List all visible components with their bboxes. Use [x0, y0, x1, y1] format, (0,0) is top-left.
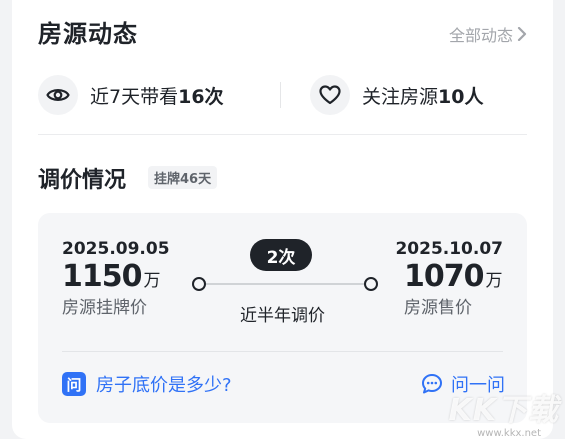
- end-price-label: 房源售价: [404, 298, 472, 318]
- section-divider: [38, 134, 527, 135]
- timeline-line: [204, 283, 366, 285]
- question-icon: 问: [62, 372, 86, 396]
- eye-icon: [38, 75, 78, 115]
- panel-divider: [62, 351, 503, 352]
- watermark-url: www.kkx.net: [477, 428, 541, 439]
- floor-price-question[interactable]: 问 房子底价是多少?: [62, 371, 232, 397]
- end-price-value: 1070: [404, 259, 484, 294]
- all-dynamics-label: 全部动态: [448, 26, 513, 45]
- end-price-unit: 万: [485, 271, 503, 291]
- adjust-count-badge: 2次: [250, 239, 312, 271]
- section-title: 房源动态: [38, 20, 138, 48]
- start-date: 2025.09.05: [62, 239, 170, 259]
- chevron-right-icon: [517, 27, 527, 41]
- start-price-value: 1150: [62, 259, 142, 294]
- viewings-prefix: 近7天带看: [90, 85, 179, 108]
- heart-icon: [310, 75, 350, 115]
- end-price: 1070 万: [404, 259, 503, 294]
- stat-divider: [280, 82, 281, 108]
- timeline-start-dot: [192, 277, 206, 291]
- price-adjust-title: 调价情况: [38, 168, 127, 193]
- followers-stat: 关注房源10人: [310, 75, 483, 115]
- followers-count: 10人: [438, 85, 484, 108]
- chat-bubble-icon: [422, 374, 442, 394]
- timeline-end-dot: [364, 277, 378, 291]
- all-dynamics-link[interactable]: 全部动态: [449, 22, 527, 46]
- end-date: 2025.10.07: [395, 239, 503, 259]
- watermark-logo: KK下载: [448, 393, 559, 428]
- question-text: 房子底价是多少?: [96, 375, 232, 396]
- followers-text: 关注房源10人: [362, 82, 483, 109]
- viewings-count: 16次: [178, 85, 224, 108]
- viewings-text: 近7天带看16次: [90, 82, 224, 109]
- house-dynamics-card: 房源动态 全部动态 近7天带看16次 关注房源10人 调价情况 挂牌46天 20…: [12, 0, 553, 439]
- start-price-unit: 万: [143, 271, 161, 291]
- viewings-stat: 近7天带看16次: [38, 75, 224, 115]
- followers-prefix: 关注房源: [362, 85, 439, 108]
- start-price: 1150 万: [62, 259, 161, 294]
- listed-days-badge: 挂牌46天: [148, 166, 218, 189]
